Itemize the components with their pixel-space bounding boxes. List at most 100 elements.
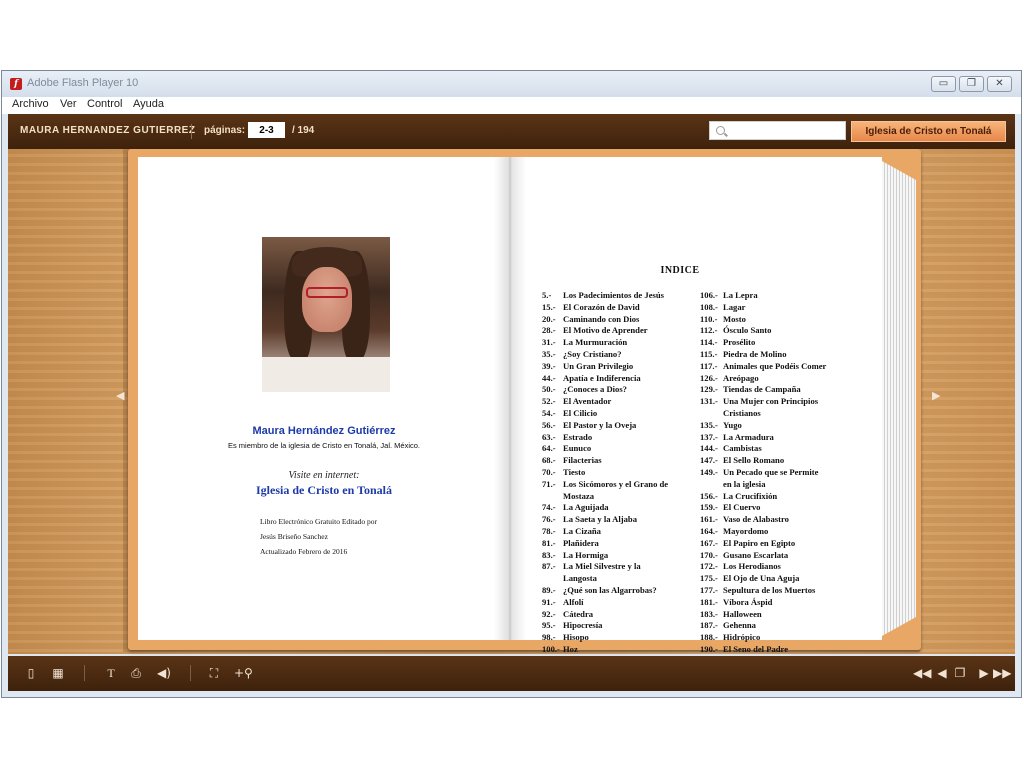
index-entry[interactable]: 39.- Un Gran Privilegio — [542, 361, 668, 373]
index-entry-title: La Crucifixión — [723, 490, 778, 501]
index-entry-title: La Hormiga — [563, 549, 609, 560]
menu-control[interactable]: Control — [87, 98, 122, 110]
index-entry[interactable]: 52.- El Aventador — [542, 396, 668, 408]
index-entry[interactable]: 131.- Una Mujer con Principios — [700, 396, 826, 408]
next-page-arrow-icon[interactable]: ▶ — [932, 389, 940, 402]
index-entry[interactable]: 70.- Tiesto — [542, 467, 668, 479]
print-icon[interactable]: ⎙ — [128, 665, 144, 681]
minimize-button[interactable]: ▭ — [931, 76, 956, 92]
index-entry[interactable]: 181.- Víbora Áspid — [700, 597, 826, 609]
index-entry[interactable]: 159.- El Cuervo — [700, 502, 826, 514]
index-entry[interactable]: 83.- La Hormiga — [542, 550, 668, 562]
index-entry[interactable]: 89.- ¿Qué son las Algarrobas? — [542, 585, 668, 597]
index-entry[interactable]: 15.- El Corazón de David — [542, 302, 668, 314]
index-entry-page: 28.- — [542, 325, 556, 336]
last-page-icon[interactable]: ▶▶ — [993, 665, 1011, 681]
index-entry[interactable]: 71.- Los Sicómoros y el Grano de — [542, 479, 668, 491]
index-entry[interactable]: 56.- El Pastor y la Oveja — [542, 420, 668, 432]
index-entry[interactable]: 54.- El Cilicio — [542, 408, 668, 420]
text-icon[interactable]: T — [103, 665, 119, 681]
index-entry[interactable]: 91.- Alfolí — [542, 597, 668, 609]
zoom-in-icon[interactable]: +⚲ — [234, 665, 253, 681]
restore-button[interactable]: ❐ — [959, 76, 984, 92]
index-entry-page: 112.- — [700, 325, 718, 336]
index-entry[interactable]: 108.- Lagar — [700, 302, 826, 314]
index-entry-page: 181.- — [700, 596, 718, 607]
index-entry[interactable]: 137.- La Armadura — [700, 432, 826, 444]
index-entry[interactable]: 20.- Caminando con Dios — [542, 314, 668, 326]
index-entry[interactable]: 126.- Areópago — [700, 373, 826, 385]
index-entry[interactable]: 129.- Tiendas de Campaña — [700, 384, 826, 396]
minimize-icon: ▭ — [938, 78, 949, 89]
close-button[interactable]: ✕ — [987, 76, 1012, 92]
index-entry[interactable]: 183.- Halloween — [700, 609, 826, 621]
menu-bar: Archivo Ver Control Ayuda — [2, 97, 1021, 114]
index-entry[interactable]: 74.- La Aguijada — [542, 502, 668, 514]
church-site-button[interactable]: Iglesia de Cristo en Tonalá — [851, 121, 1006, 142]
index-entry[interactable]: 144.- Cambistas — [700, 443, 826, 455]
index-entry[interactable]: 156.- La Crucifixión — [700, 491, 826, 503]
prev-page-arrow-icon[interactable]: ◀ — [116, 389, 124, 402]
index-entry[interactable]: 110.- Mosto — [700, 314, 826, 326]
index-entry[interactable]: 44.- Apatía e Indiferencia — [542, 373, 668, 385]
index-entry-page: 172.- — [700, 561, 718, 572]
search-input[interactable] — [728, 123, 840, 138]
index-entry[interactable]: 161.- Vaso de Alabastro — [700, 514, 826, 526]
search-box[interactable] — [709, 121, 846, 140]
index-entry-title: Caminando con Dios — [563, 313, 640, 324]
fullscreen-icon[interactable]: ⛶ — [206, 665, 222, 681]
index-entry[interactable]: 81.- Plañidera — [542, 538, 668, 550]
index-entry-title: Los Sicómoros y el Grano de — [563, 478, 669, 489]
menu-archivo[interactable]: Archivo — [12, 98, 49, 110]
index-entry[interactable]: 28.- El Motivo de Aprender — [542, 325, 668, 337]
index-entry[interactable]: 35.- ¿Soy Cristiano? — [542, 349, 668, 361]
index-entry[interactable]: 98.- Hisopo — [542, 632, 668, 644]
index-entry[interactable]: 114.- Prosélito — [700, 337, 826, 349]
goto-page-icon[interactable]: ❐ — [952, 665, 968, 681]
index-entry[interactable]: 31.- La Murmuración — [542, 337, 668, 349]
index-entry[interactable]: 177.- Sepultura de los Muertos — [700, 585, 826, 597]
index-entry-title: El Cuervo — [723, 502, 761, 513]
index-entry[interactable]: 92.- Cátedra — [542, 609, 668, 621]
index-entry[interactable]: 187.- Gehenna — [700, 620, 826, 632]
index-entry[interactable]: 68.- Filacterias — [542, 455, 668, 467]
prev-page-icon[interactable]: ◀ — [934, 665, 950, 681]
index-entry[interactable]: 95.- Hipocresía — [542, 620, 668, 632]
index-entry[interactable]: 117.- Animales que Podéis Comer — [700, 361, 826, 373]
index-entry[interactable]: 147.- El Sello Romano — [700, 455, 826, 467]
index-entry-title: ¿Conoces a Dios? — [563, 384, 627, 395]
index-entry[interactable]: 100.- Hoz — [542, 644, 668, 656]
left-page[interactable] — [138, 157, 510, 640]
index-entry[interactable]: 87.- La Miel Silvestre y la — [542, 561, 668, 573]
index-entry-page: 5.- — [542, 290, 552, 300]
person-name: Maura Hernández Gutiérrez — [252, 425, 396, 437]
index-entry[interactable]: 149.- Un Pecado que se Permite — [700, 467, 826, 479]
page-number-input[interactable] — [248, 122, 285, 138]
page-stack-edge — [882, 161, 916, 636]
single-page-icon[interactable]: ▯ — [23, 665, 39, 681]
first-page-icon[interactable]: ◀◀ — [913, 665, 931, 681]
index-entry[interactable]: 170.- Gusano Escarlata — [700, 550, 826, 562]
index-entry[interactable]: 172.- Los Herodianos — [700, 561, 826, 573]
menu-ayuda[interactable]: Ayuda — [133, 98, 164, 110]
index-entry[interactable]: 63.- Estrado — [542, 432, 668, 444]
index-entry[interactable]: 190.- El Seno del Padre — [700, 644, 826, 656]
menu-ver[interactable]: Ver — [60, 98, 77, 110]
church-site-link[interactable]: Iglesia de Cristo en Tonalá — [138, 483, 510, 498]
thumbnails-icon[interactable]: ▦ — [50, 665, 66, 681]
index-entry[interactable]: 76.- La Saeta y la Aljaba — [542, 514, 668, 526]
index-entry[interactable]: 64.- Eunuco — [542, 443, 668, 455]
index-entry[interactable]: 78.- La Cizaña — [542, 526, 668, 538]
index-entry[interactable]: 164.- Mayordomo — [700, 526, 826, 538]
index-entry[interactable]: 188.- Hidrópico — [700, 632, 826, 644]
index-entry[interactable]: 135.- Yugo — [700, 420, 826, 432]
index-entry[interactable]: 167.- El Papiro en Egipto — [700, 538, 826, 550]
index-entry[interactable]: 5.- Los Padecimientos de Jesús — [542, 290, 668, 302]
index-entry[interactable]: 115.- Piedra de Molino — [700, 349, 826, 361]
index-entry[interactable]: 112.- Ósculo Santo — [700, 325, 826, 337]
next-page-icon[interactable]: ▶ — [976, 665, 992, 681]
index-entry[interactable]: 175.- El Ojo de Una Aguja — [700, 573, 826, 585]
index-entry[interactable]: 50.- ¿Conoces a Dios? — [542, 384, 668, 396]
sound-icon[interactable]: ◀) — [156, 665, 172, 681]
index-entry[interactable]: 106.- La Lepra — [700, 290, 826, 302]
